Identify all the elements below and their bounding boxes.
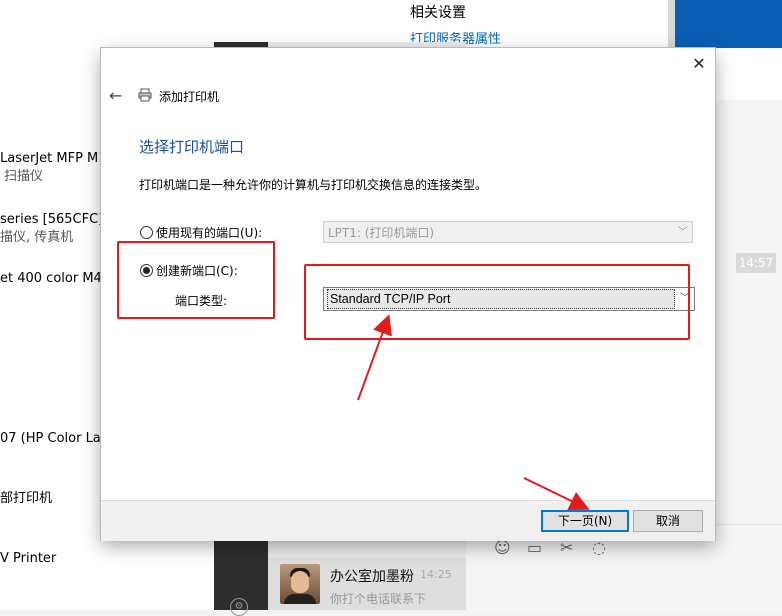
printer-item[interactable]: V Printer (0, 550, 56, 568)
printer-name: series [565CFC] (0, 212, 104, 227)
chat-contact-time: 14:25 (420, 568, 452, 581)
printer-type: 扫描仪 (4, 169, 44, 184)
printer-item[interactable]: 部打印机 (0, 490, 52, 508)
dialog-title: 添加打印机 (159, 90, 220, 104)
background-window-accent (675, 0, 782, 48)
chevron-down-icon: ﹀ (678, 227, 688, 238)
next-button[interactable]: 下一页(N) (541, 510, 629, 532)
printer-name: V Printer (0, 551, 57, 566)
printer-name: LaserJet MFP M18 (0, 151, 115, 166)
related-settings-title: 相关设置 (410, 5, 466, 21)
cancel-button[interactable]: 取消 (633, 510, 703, 532)
printer-icon (138, 88, 152, 102)
printer-type: 描仪, 传真机 (0, 230, 74, 245)
chat-contact-name: 办公室加墨粉 (330, 569, 414, 585)
printer-item[interactable]: series [565CFC] 描仪, 传真机 (0, 211, 103, 247)
existing-port-value: LPT1: (打印机端口) (328, 226, 435, 240)
use-existing-port-radio[interactable] (140, 226, 153, 239)
printer-name: et 400 color M45 (0, 271, 111, 286)
printer-item[interactable]: et 400 color M45 (0, 270, 110, 288)
printer-name: 07 (HP Color Lase (0, 431, 116, 446)
existing-port-select: LPT1: (打印机端口) ﹀ (323, 221, 693, 243)
page-description: 打印机端口是一种允许你的计算机与打印机交换信息的连接类型。 (139, 178, 488, 192)
annotation-box-create-port (117, 241, 275, 319)
printer-item[interactable]: 07 (HP Color Lase (0, 430, 116, 448)
back-arrow-icon[interactable]: ← (109, 86, 122, 105)
printer-name: 部打印机 (0, 491, 53, 506)
chat-last-message: 你打个电话联系下 (330, 592, 427, 606)
avatar (280, 564, 320, 604)
page-heading: 选择打印机端口 (139, 138, 245, 156)
close-icon[interactable]: ✕ (689, 54, 709, 74)
annotation-box-port-type (304, 264, 690, 340)
message-time-badge: 14:57 (736, 253, 776, 273)
printer-item[interactable]: LaserJet MFP M18 扫描仪 (0, 150, 115, 186)
settings-icon[interactable]: ⚙ (230, 598, 248, 616)
use-existing-port-label[interactable]: 使用现有的端口(U): (156, 224, 262, 241)
